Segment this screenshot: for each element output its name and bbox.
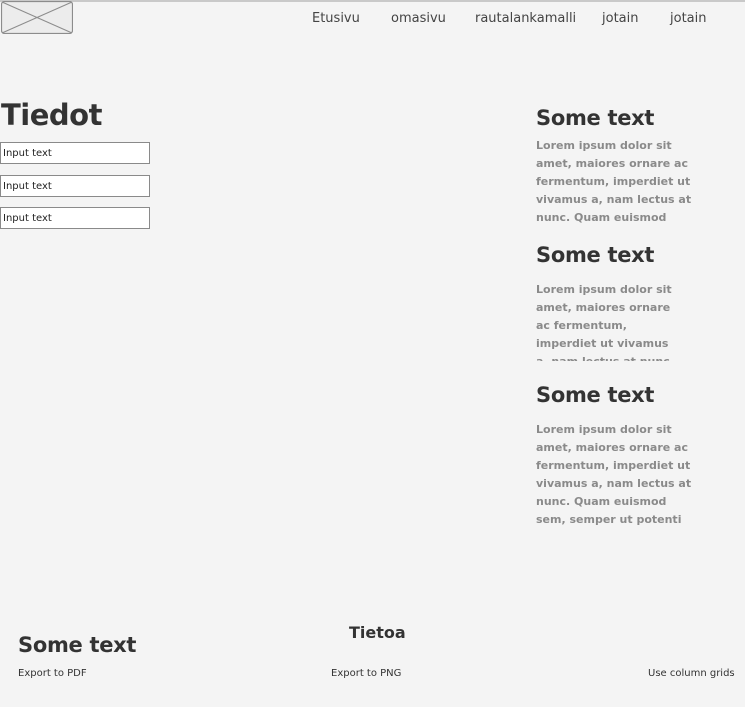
sidebar-heading-3: Some text (536, 383, 655, 407)
sidebar-paragraph-3: Lorem ipsum dolor sit amet, maiores orna… (536, 423, 692, 526)
nav-link-jotain-1[interactable]: jotain (602, 11, 638, 27)
nav-link-etusivu[interactable]: Etusivu (312, 11, 360, 27)
nav-link-rautalankamalli[interactable]: rautalankamalli (475, 11, 576, 27)
top-divider (0, 0, 745, 2)
footer-about-title: Tietoa (349, 623, 406, 642)
sidebar-heading-1: Some text (536, 106, 655, 130)
image-placeholder-icon (1, 1, 73, 34)
text-input-2[interactable] (0, 175, 150, 197)
nav-link-omasivu[interactable]: omasivu (391, 11, 446, 27)
export-png-link[interactable]: Export to PNG (331, 668, 401, 679)
sidebar-heading-2: Some text (536, 243, 655, 267)
sidebar-paragraph-1: Lorem ipsum dolor sit amet, maiores orna… (536, 139, 692, 224)
text-input-1[interactable] (0, 142, 150, 164)
page-title: Tiedot (1, 98, 102, 132)
column-grids-link[interactable]: Use column grids (648, 668, 735, 679)
export-pdf-link[interactable]: Export to PDF (18, 668, 87, 679)
footer-heading: Some text (18, 633, 137, 657)
sidebar-paragraph-2: Lorem ipsum dolor sit amet, maiores orna… (536, 283, 674, 361)
nav-link-jotain-2[interactable]: jotain (670, 11, 706, 27)
text-input-3[interactable] (0, 207, 150, 229)
